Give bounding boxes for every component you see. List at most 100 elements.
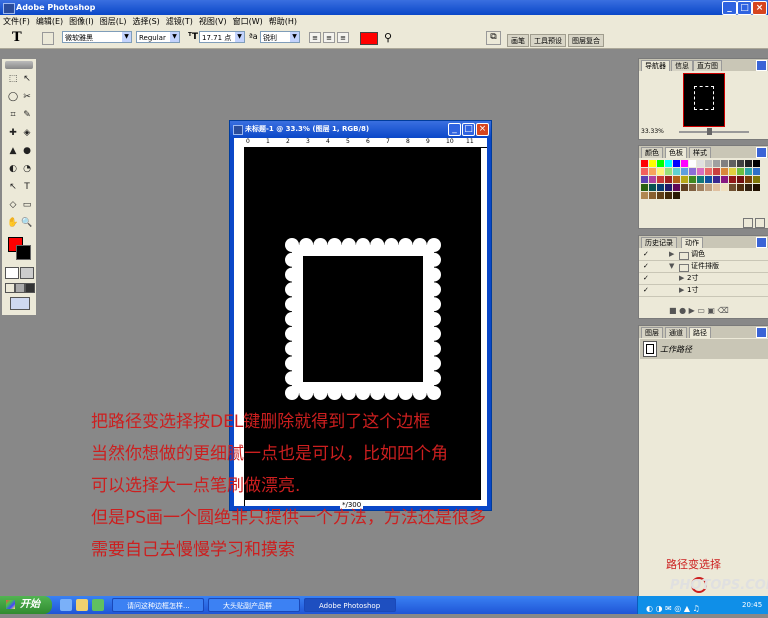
color-swatch[interactable] — [689, 184, 696, 191]
color-swatch[interactable] — [681, 160, 688, 167]
tab-paths[interactable]: 路径 — [689, 327, 711, 338]
tab-history[interactable]: 历史记录 — [641, 237, 677, 248]
tool-button[interactable]: ↖ — [20, 73, 34, 85]
color-swatch[interactable] — [673, 192, 680, 199]
color-swatch[interactable] — [665, 192, 672, 199]
tab-info[interactable]: 信息 — [671, 60, 693, 71]
color-swatch[interactable] — [681, 176, 688, 183]
color-swatch[interactable] — [649, 160, 656, 167]
color-swatch[interactable] — [745, 184, 752, 191]
tool-button[interactable]: ⬚ — [6, 73, 20, 85]
action-row[interactable]: ✓ ▼ 证件排版 — [639, 261, 768, 273]
action-row[interactable]: ✓ ▶ 2寸 — [639, 273, 768, 285]
tool-button[interactable]: ↖ — [6, 181, 20, 193]
color-swatch[interactable] — [641, 160, 648, 167]
color-swatch[interactable] — [729, 176, 736, 183]
file-browser-icon[interactable]: ⧉ — [486, 31, 501, 45]
task-photoshop-window[interactable]: Adobe Photoshop — [304, 598, 396, 612]
tool-button[interactable]: ✂ — [20, 91, 34, 103]
quicklaunch-app-icon[interactable] — [92, 599, 104, 611]
action-row[interactable]: ✓ ▶ 1寸 — [639, 285, 768, 297]
color-swatch[interactable] — [649, 176, 656, 183]
color-swatch[interactable] — [673, 160, 680, 167]
align-right-button[interactable]: ≡ — [337, 32, 349, 43]
panel-close-icon[interactable] — [756, 237, 767, 248]
tool-button[interactable]: ◇ — [6, 199, 20, 211]
color-swatch[interactable] — [745, 168, 752, 175]
color-swatch[interactable] — [681, 168, 688, 175]
color-swatch[interactable] — [649, 184, 656, 191]
color-swatch[interactable] — [721, 176, 728, 183]
menu-select[interactable]: 选择(S) — [129, 15, 162, 28]
color-swatch[interactable] — [673, 184, 680, 191]
color-swatch[interactable] — [753, 184, 760, 191]
menu-view[interactable]: 视图(V) — [196, 15, 230, 28]
maximize-button[interactable]: □ — [737, 1, 752, 15]
color-swatch[interactable] — [729, 160, 736, 167]
color-swatch[interactable] — [737, 168, 744, 175]
color-swatch[interactable] — [729, 168, 736, 175]
tool-button[interactable]: ▭ — [20, 199, 34, 211]
task-ie-window[interactable]: 请问这种边框怎样... — [112, 598, 204, 612]
quickmask-mode-icon[interactable] — [20, 267, 34, 279]
color-swatch[interactable] — [641, 168, 648, 175]
menu-file[interactable]: 文件(F) — [0, 15, 33, 28]
color-swatch[interactable] — [705, 160, 712, 167]
screen-mode-full-icon[interactable] — [25, 283, 35, 293]
orientation-toggle-icon[interactable] — [42, 32, 54, 45]
tab-channels[interactable]: 通道 — [665, 327, 687, 338]
navigator-preview[interactable] — [683, 73, 725, 127]
color-swatch[interactable] — [641, 184, 648, 191]
menu-help[interactable]: 帮助(H) — [266, 15, 300, 28]
antialias-select[interactable]: 锐利 ▼ — [260, 31, 300, 43]
color-swatch[interactable] — [705, 176, 712, 183]
doc-maximize-button[interactable]: □ — [462, 123, 475, 136]
font-style-select[interactable]: Regular ▼ — [136, 31, 180, 43]
text-color-swatch[interactable] — [360, 32, 378, 45]
tool-button[interactable]: ● — [20, 145, 34, 157]
tab-styles[interactable]: 样式 — [689, 147, 711, 158]
panel-close-icon[interactable] — [756, 147, 767, 158]
menu-edit[interactable]: 编辑(E) — [33, 15, 66, 28]
color-swatch[interactable] — [713, 184, 720, 191]
tool-button[interactable]: ◯ — [6, 91, 20, 103]
color-swatch[interactable] — [697, 176, 704, 183]
tab-layer-comps[interactable]: 图层复合 — [568, 34, 604, 47]
font-size-select[interactable]: 17.71 点 ▼ — [199, 31, 245, 43]
tool-button[interactable]: ◐ — [6, 163, 20, 175]
color-swatch[interactable] — [657, 184, 664, 191]
background-color-swatch[interactable] — [16, 245, 31, 260]
tool-button[interactable]: ◈ — [20, 127, 34, 139]
color-swatch[interactable] — [705, 168, 712, 175]
navigator-zoom-slider[interactable] — [679, 131, 749, 133]
tool-button[interactable]: ✎ — [20, 109, 34, 121]
trash-icon[interactable] — [755, 218, 765, 228]
color-swatch[interactable] — [673, 176, 680, 183]
align-left-button[interactable]: ≡ — [309, 32, 321, 43]
panel-close-icon[interactable] — [756, 60, 767, 71]
color-swatch[interactable] — [649, 168, 656, 175]
tool-button[interactable]: ▲ — [6, 145, 20, 157]
color-swatch[interactable] — [705, 184, 712, 191]
font-family-select[interactable]: 微软雅黑 ▼ — [62, 31, 132, 43]
color-swatch[interactable] — [665, 176, 672, 183]
color-swatch[interactable] — [697, 160, 704, 167]
tab-histogram[interactable]: 直方图 — [693, 60, 722, 71]
tab-swatches[interactable]: 色板 — [665, 147, 687, 158]
color-swatch[interactable] — [681, 184, 688, 191]
tray-icons[interactable]: ◐ ◑ ✉ ◎ ▲ ♫ — [646, 600, 700, 618]
color-swatch[interactable] — [657, 192, 664, 199]
work-path-row[interactable]: 工作路径 — [640, 339, 768, 359]
color-swatch[interactable] — [697, 168, 704, 175]
tool-button[interactable]: ⌗ — [6, 109, 20, 121]
tool-button[interactable]: ✚ — [6, 127, 20, 139]
tab-color[interactable]: 颜色 — [641, 147, 663, 158]
color-swatch[interactable] — [721, 160, 728, 167]
panel-close-icon[interactable] — [756, 327, 767, 338]
quicklaunch-ie-icon[interactable] — [60, 599, 72, 611]
tab-layers[interactable]: 图层 — [641, 327, 663, 338]
zoom-slider-thumb[interactable] — [707, 128, 712, 135]
color-swatch[interactable] — [665, 160, 672, 167]
color-swatch[interactable] — [665, 168, 672, 175]
color-swatch[interactable] — [737, 184, 744, 191]
